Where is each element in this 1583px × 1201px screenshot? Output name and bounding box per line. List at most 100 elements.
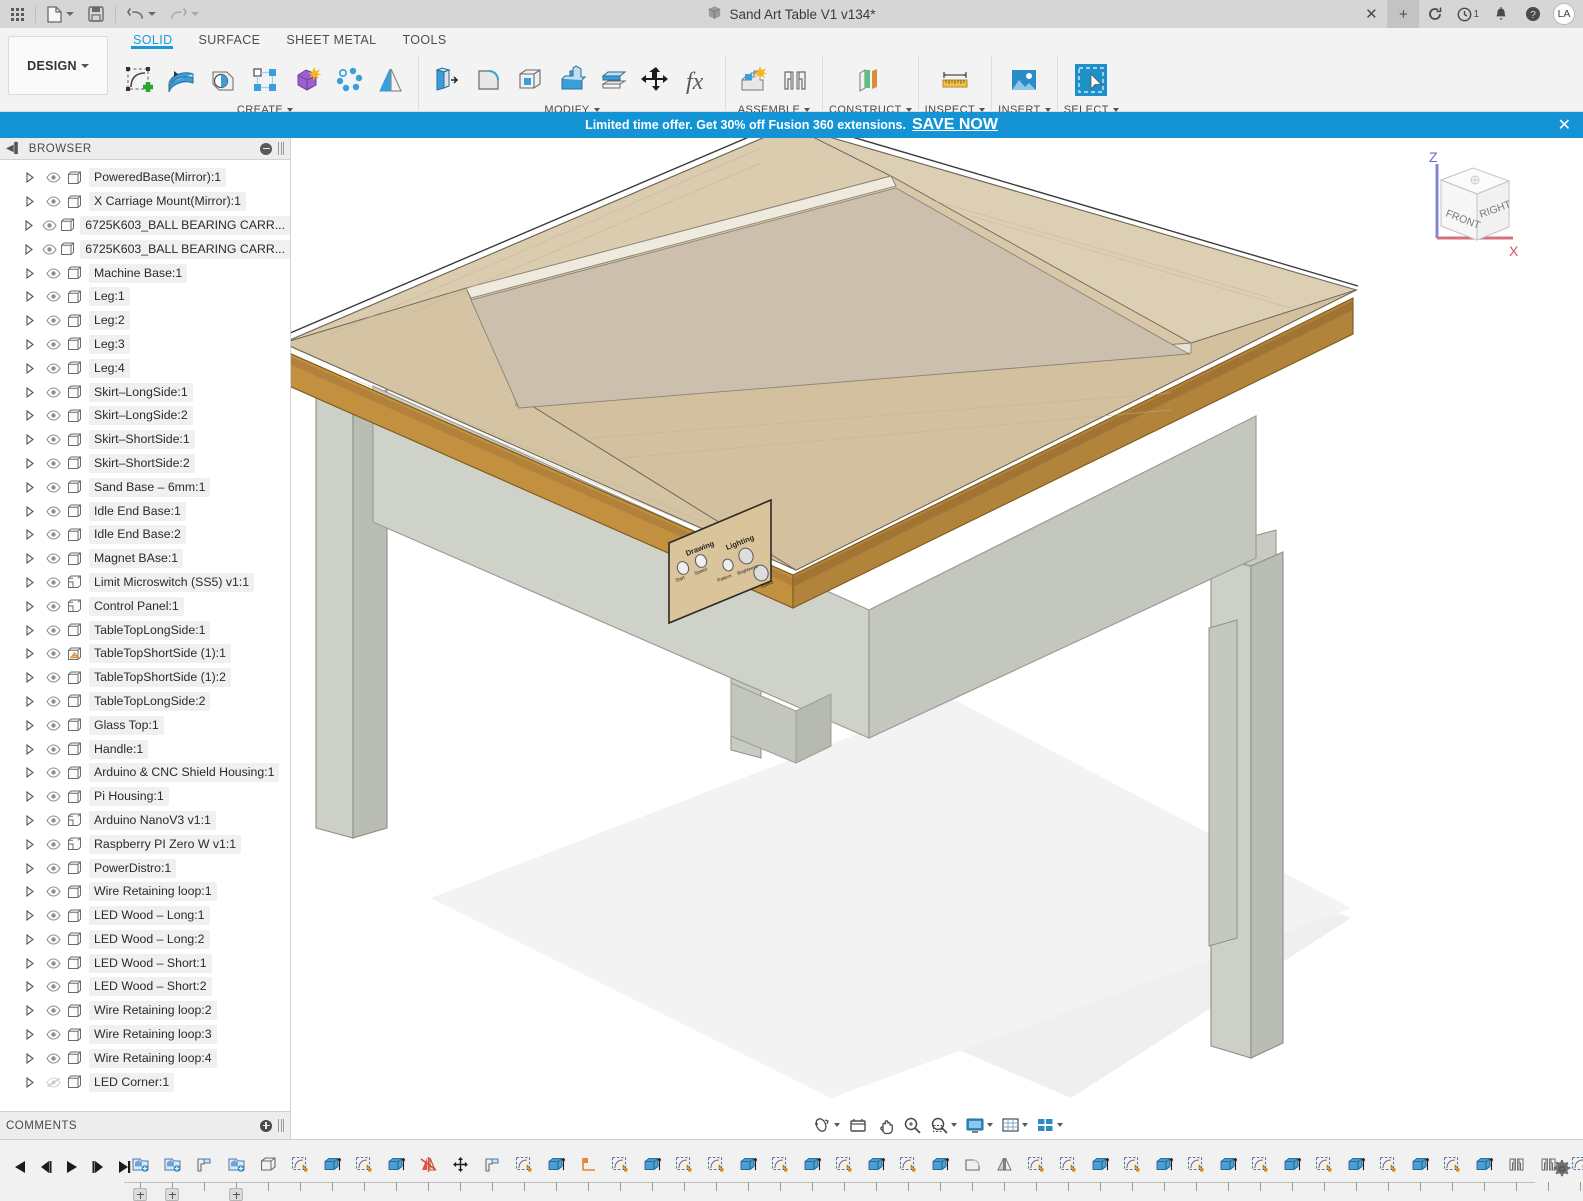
timeline-feature[interactable]: [156, 1150, 188, 1192]
list-item[interactable]: Control Panel:1: [0, 594, 290, 618]
visibility-eye-icon[interactable]: [43, 815, 63, 826]
list-item[interactable]: Magnet BAse:1: [0, 547, 290, 571]
visibility-eye-icon[interactable]: [43, 482, 63, 493]
visibility-eye-icon[interactable]: [41, 244, 58, 255]
visibility-eye-icon[interactable]: [43, 910, 63, 921]
list-item[interactable]: Idle End Base:2: [0, 523, 290, 547]
timeline-feature[interactable]: [892, 1150, 924, 1192]
play-icon[interactable]: [60, 1154, 84, 1180]
list-item[interactable]: 6725K603_BALL BEARING CARR...: [0, 214, 290, 238]
close-icon[interactable]: ✕: [1355, 0, 1387, 28]
expand-arrow-icon[interactable]: [24, 601, 37, 612]
list-item[interactable]: TableTopShortSide (1):1: [0, 642, 290, 666]
list-item[interactable]: TableTopLongSide:2: [0, 690, 290, 714]
timeline-feature[interactable]: [764, 1150, 796, 1192]
revolve-icon[interactable]: [202, 59, 244, 101]
browser-tree[interactable]: PoweredBase(Mirror):1X Carriage Mount(Mi…: [0, 160, 290, 1109]
timeline-feature[interactable]: [1180, 1150, 1212, 1192]
timeline-feature[interactable]: [636, 1150, 668, 1192]
visibility-eye-icon[interactable]: [43, 720, 63, 731]
hole-pattern-icon[interactable]: [328, 59, 370, 101]
expand-arrow-icon[interactable]: [24, 387, 37, 398]
expand-arrow-icon[interactable]: [24, 1053, 37, 1064]
list-item[interactable]: Handle:1: [0, 737, 290, 761]
avatar[interactable]: LA: [1553, 3, 1575, 25]
visibility-eye-icon[interactable]: [43, 363, 63, 374]
expand-arrow-icon[interactable]: [24, 648, 37, 659]
go-to-beginning-icon[interactable]: [8, 1154, 32, 1180]
visibility-eye-off-icon[interactable]: [43, 1077, 63, 1088]
expand-arrow-icon[interactable]: [24, 410, 37, 421]
fillet-icon[interactable]: [467, 59, 509, 101]
view-cube[interactable]: Z X FRONT RIGHT: [1405, 146, 1535, 264]
expand-arrow-icon[interactable]: [24, 553, 37, 564]
list-item[interactable]: Wire Retaining loop:4: [0, 1046, 290, 1070]
workspace-switcher[interactable]: DESIGN: [8, 36, 108, 95]
timeline-feature[interactable]: [956, 1150, 988, 1192]
timeline-feature[interactable]: [1148, 1150, 1180, 1192]
list-item[interactable]: Sand Base – 6mm:1: [0, 475, 290, 499]
collapse-panel-icon[interactable]: ◀▌: [6, 143, 22, 154]
expand-arrow-icon[interactable]: [24, 434, 37, 445]
expand-arrow-icon[interactable]: [24, 910, 37, 921]
visibility-eye-icon[interactable]: [43, 172, 63, 183]
timeline-feature[interactable]: [284, 1150, 316, 1192]
list-item[interactable]: Skirt–LongSide:1: [0, 380, 290, 404]
list-item[interactable]: LED Wood – Short:1: [0, 951, 290, 975]
expand-arrow-icon[interactable]: [24, 268, 37, 279]
offset-plane-icon[interactable]: [849, 59, 891, 101]
promo-banner-link[interactable]: SAVE NOW: [912, 116, 998, 134]
visibility-eye-icon[interactable]: [43, 339, 63, 350]
timeline-track[interactable]: [124, 1150, 1535, 1192]
notifications-icon[interactable]: [1485, 0, 1517, 28]
sphere-icon[interactable]: [286, 59, 328, 101]
timeline-feature[interactable]: [508, 1150, 540, 1192]
expand-arrow-icon[interactable]: [24, 839, 37, 850]
timeline-expand-button[interactable]: [229, 1188, 243, 1201]
expand-arrow-icon[interactable]: [24, 1005, 37, 1016]
visibility-eye-icon[interactable]: [43, 458, 63, 469]
visibility-eye-icon[interactable]: [43, 410, 63, 421]
expand-arrow-icon[interactable]: [24, 577, 37, 588]
timeline-feature[interactable]: [124, 1150, 156, 1192]
visibility-eye-icon[interactable]: [43, 1053, 63, 1064]
mirror-icon[interactable]: [370, 59, 412, 101]
timeline-feature[interactable]: [1436, 1150, 1468, 1192]
job-status-icon[interactable]: 1: [1451, 0, 1485, 28]
list-item[interactable]: Leg:4: [0, 356, 290, 380]
tab-solid[interactable]: SOLID: [120, 30, 186, 53]
list-item[interactable]: PoweredBase(Mirror):1: [0, 166, 290, 190]
expand-arrow-icon[interactable]: [24, 506, 37, 517]
timeline-feature[interactable]: [1340, 1150, 1372, 1192]
timeline-feature[interactable]: [924, 1150, 956, 1192]
timeline-feature[interactable]: [412, 1150, 444, 1192]
list-item[interactable]: Leg:2: [0, 309, 290, 333]
visibility-eye-icon[interactable]: [43, 744, 63, 755]
expand-arrow-icon[interactable]: [24, 720, 37, 731]
visibility-eye-icon[interactable]: [43, 981, 63, 992]
help-icon[interactable]: ?: [1517, 0, 1549, 28]
expand-arrow-icon[interactable]: [24, 744, 37, 755]
tab-surface[interactable]: SURFACE: [186, 30, 274, 53]
timeline-feature[interactable]: [604, 1150, 636, 1192]
timeline-feature[interactable]: [668, 1150, 700, 1192]
zoom-icon[interactable]: [900, 1112, 925, 1138]
expand-arrow-icon[interactable]: [24, 815, 37, 826]
timeline-feature[interactable]: [540, 1150, 572, 1192]
visibility-eye-icon[interactable]: [43, 196, 63, 207]
timeline-feature[interactable]: [380, 1150, 412, 1192]
timeline-feature[interactable]: [1500, 1150, 1532, 1192]
panel-resize-grip[interactable]: [278, 1119, 284, 1132]
visibility-eye-icon[interactable]: [43, 625, 63, 636]
extrude-icon[interactable]: [160, 59, 202, 101]
timeline-feature[interactable]: [220, 1150, 252, 1192]
timeline-feature[interactable]: [988, 1150, 1020, 1192]
timeline-feature[interactable]: [1276, 1150, 1308, 1192]
visibility-eye-icon[interactable]: [43, 1029, 63, 1040]
list-item[interactable]: Wire Retaining loop:2: [0, 999, 290, 1023]
timeline-feature[interactable]: [188, 1150, 220, 1192]
add-comment-icon[interactable]: [260, 1120, 272, 1132]
expand-arrow-icon[interactable]: [24, 291, 37, 302]
timeline-feature[interactable]: [1116, 1150, 1148, 1192]
visibility-eye-icon[interactable]: [43, 672, 63, 683]
